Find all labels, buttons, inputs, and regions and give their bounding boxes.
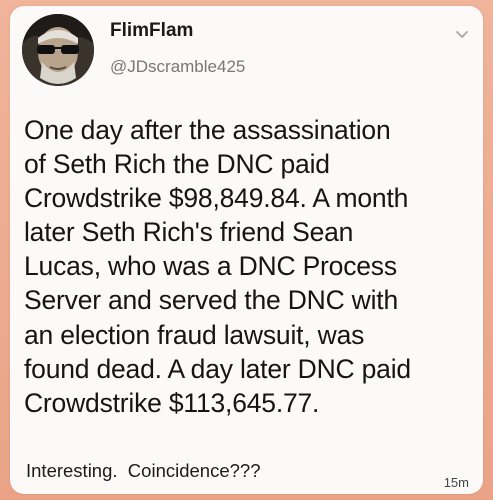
post-body-text: One day after the assassination of Seth … (24, 113, 476, 420)
post-line: Server and served the DNC with (24, 285, 398, 316)
post-line: Crowdstrike $113,645.77. (24, 387, 320, 418)
post-line: Crowdstrike $98,849.84. A month (24, 183, 409, 214)
post-line: of Seth Rich the DNC paid (24, 149, 330, 180)
comment-text: Interesting. Coincidence??? (26, 460, 261, 481)
post-line: later Seth Rich's friend Sean (24, 217, 354, 248)
post-timestamp: 15m (443, 475, 469, 490)
author-handle[interactable]: @JDscramble425 (110, 57, 245, 77)
post-line: Lucas, who was a DNC Process (24, 251, 397, 282)
post-line: found dead. A day later DNC paid (24, 353, 411, 384)
avatar[interactable] (22, 14, 94, 86)
chevron-down-icon[interactable] (453, 26, 471, 44)
post-line: One day after the assassination (24, 115, 391, 145)
avatar-photo-icon (22, 14, 94, 86)
author-name[interactable]: FlimFlam (110, 20, 193, 42)
post-line: an election fraud lawsuit, was (24, 319, 365, 350)
post-card[interactable]: FlimFlam @JDscramble425 One day after th… (10, 6, 483, 494)
